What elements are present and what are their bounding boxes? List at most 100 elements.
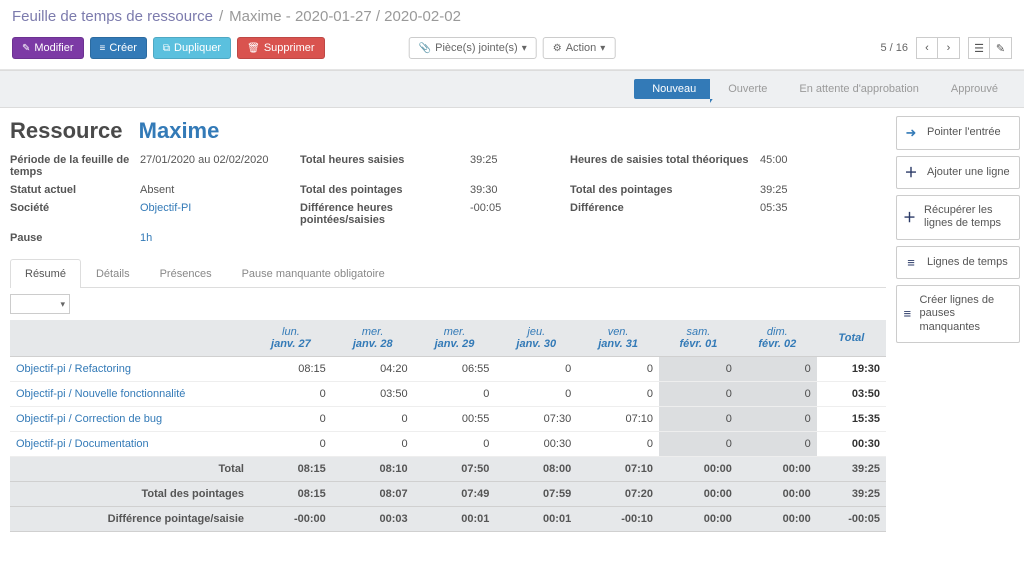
sidebar-add-button[interactable]: ＋ Ajouter une ligne (896, 156, 1020, 190)
cell[interactable]: 0 (659, 382, 738, 407)
cell[interactable]: 0 (250, 407, 332, 432)
cell[interactable]: 0 (738, 357, 817, 382)
tab-pause[interactable]: Pause manquante obligatoire (227, 259, 400, 288)
row-label[interactable]: Objectif-pi / Nouvelle fonctionnalité (10, 382, 250, 407)
cell[interactable]: 06:55 (414, 357, 496, 382)
tab-details[interactable]: Détails (81, 259, 145, 288)
cell: 00:00 (659, 482, 738, 507)
row-total: 39:25 (817, 457, 886, 482)
cell[interactable]: 07:30 (495, 407, 577, 432)
row-total: 39:25 (817, 482, 886, 507)
row-total: 15:35 (817, 407, 886, 432)
grid-row: Objectif-pi / Nouvelle fonctionnalité003… (10, 382, 886, 407)
ressource-name[interactable]: Maxime (139, 118, 220, 143)
cell: -00:10 (577, 507, 659, 532)
pager-next[interactable]: › (938, 37, 960, 59)
row-label[interactable]: Objectif-pi / Correction de bug (10, 407, 250, 432)
cell[interactable]: 0 (414, 432, 496, 457)
cell: 00:00 (738, 507, 817, 532)
cell[interactable]: 0 (738, 407, 817, 432)
plus-icon: ＋ (903, 165, 919, 181)
pause-value[interactable]: 1h (140, 232, 290, 244)
grid-corner (10, 320, 250, 357)
grid-total-row: Différence pointage/saisie-00:0000:03 00:… (10, 507, 886, 532)
pager: 5 / 16 ‹ › ☰ ✎ (880, 37, 1012, 59)
delete-button[interactable]: 🗑Supprimer (237, 37, 324, 59)
htheo-value: 45:00 (760, 154, 820, 178)
row-label[interactable]: Objectif-pi / Refactoring (10, 357, 250, 382)
diff2-value: 05:35 (760, 202, 820, 226)
cell[interactable]: 0 (659, 357, 738, 382)
cell[interactable]: 0 (659, 432, 738, 457)
view-form-button[interactable]: ✎ (990, 37, 1012, 59)
paperclip-icon: 📎 (419, 43, 431, 54)
grid-header-row: lun.janv. 27 mer.janv. 28 mer.janv. 29 j… (10, 320, 886, 357)
row-total: 00:30 (817, 432, 886, 457)
filter-dropdown[interactable]: ▾ (10, 294, 70, 314)
status-ouverte[interactable]: Ouverte (710, 79, 781, 99)
cell[interactable]: 0 (577, 382, 659, 407)
cell[interactable]: 0 (738, 432, 817, 457)
sidebar-add-label: Ajouter une ligne (927, 166, 1010, 179)
cell[interactable]: 08:15 (250, 357, 332, 382)
cell[interactable]: 0 (495, 382, 577, 407)
cell[interactable]: 00:55 (414, 407, 496, 432)
cell: 07:49 (414, 482, 496, 507)
cell[interactable]: 0 (659, 407, 738, 432)
cell: -00:00 (250, 507, 332, 532)
cell: 00:00 (659, 507, 738, 532)
sidebar-create-pauses-button[interactable]: ≡Créer lignes de pauses manquantes (896, 285, 1020, 343)
ths-label: Total heures saisies (300, 154, 460, 178)
modify-button[interactable]: ✎Modifier (12, 37, 84, 59)
sidebar-pointer-button[interactable]: ➜Pointer l'entrée (896, 116, 1020, 150)
cell: 07:20 (577, 482, 659, 507)
cell[interactable]: 0 (332, 432, 414, 457)
main-content: Ressource Maxime Période de la feuille d… (0, 108, 896, 562)
day-header: mer.janv. 29 (414, 320, 496, 357)
cell[interactable]: 0 (495, 357, 577, 382)
total-row-label: Différence pointage/saisie (10, 507, 250, 532)
pencil-icon: ✎ (22, 43, 30, 54)
cell[interactable]: 0 (250, 432, 332, 457)
cell: 08:15 (250, 482, 332, 507)
status-attente[interactable]: En attente d'approbation (781, 79, 933, 99)
cell[interactable]: 0 (414, 382, 496, 407)
sidebar-recover-button[interactable]: ＋Récupérer les lignes de temps (896, 195, 1020, 239)
cell[interactable]: 07:10 (577, 407, 659, 432)
create-button[interactable]: ≡Créer (90, 37, 147, 59)
cell[interactable]: 03:50 (332, 382, 414, 407)
tab-resume[interactable]: Résumé (10, 259, 81, 288)
sidebar: ➜Pointer l'entrée ＋ Ajouter une ligne ＋Ré… (896, 108, 1024, 562)
cell[interactable]: 0 (577, 357, 659, 382)
action-button[interactable]: ⚙Action▾ (543, 37, 616, 59)
status-nouveau[interactable]: Nouveau (634, 79, 710, 99)
statut-label: Statut actuel (10, 184, 130, 196)
cell[interactable]: 0 (738, 382, 817, 407)
period-label: Période de la feuille de temps (10, 154, 130, 178)
row-label[interactable]: Objectif-pi / Documentation (10, 432, 250, 457)
cell[interactable]: 04:20 (332, 357, 414, 382)
cell[interactable]: 0 (332, 407, 414, 432)
diff2-label: Différence (570, 202, 750, 226)
cell[interactable]: 0 (250, 382, 332, 407)
duplicate-button[interactable]: ⧉Dupliquer (153, 37, 231, 59)
lines-icon: ≡ (903, 255, 919, 271)
societe-value[interactable]: Objectif-PI (140, 202, 290, 226)
sidebar-pointer-label: Pointer l'entrée (927, 126, 1001, 139)
cell: 00:03 (332, 507, 414, 532)
pager-prev[interactable]: ‹ (916, 37, 938, 59)
sidebar-lines-button[interactable]: ≡Lignes de temps (896, 246, 1020, 280)
filter-row: ▾ (10, 288, 886, 320)
cell: 00:00 (659, 457, 738, 482)
view-list-button[interactable]: ☰ (968, 37, 990, 59)
breadcrumb-root[interactable]: Feuille de temps de ressource (12, 8, 213, 25)
cell[interactable]: 00:30 (495, 432, 577, 457)
breadcrumb: Feuille de temps de ressource / Maxime -… (0, 0, 1024, 33)
attachments-button[interactable]: 📎Pièce(s) jointe(s)▾ (409, 37, 537, 59)
status-approuve[interactable]: Approuvé (933, 79, 1012, 99)
sidebar-create-pauses-label: Créer lignes de pauses manquantes (919, 294, 1013, 334)
tab-presences[interactable]: Présences (145, 259, 227, 288)
cell[interactable]: 0 (577, 432, 659, 457)
list-icon: ≡ (100, 43, 106, 54)
total-row-label: Total des pointages (10, 482, 250, 507)
